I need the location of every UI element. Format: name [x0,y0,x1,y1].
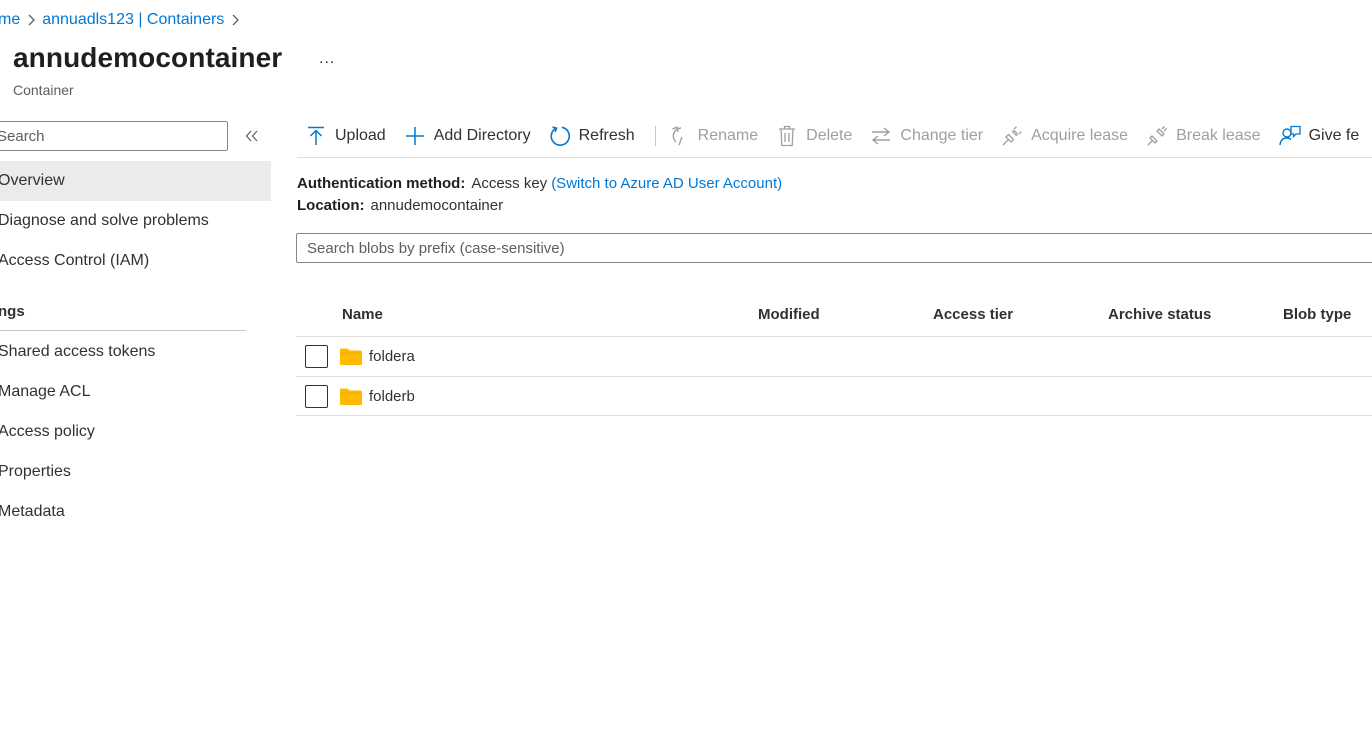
upload-icon [305,125,327,147]
blob-search-input[interactable] [296,233,1372,263]
trash-icon [776,125,798,147]
auth-method-value: Access key [471,175,548,192]
folder-icon [340,348,362,365]
sidebar-item-properties[interactable]: Properties [0,452,271,492]
sidebar-item-access-policy[interactable]: Access policy [0,412,271,452]
feedback-icon [1278,125,1301,147]
column-header-modified[interactable]: Modified [758,306,820,323]
sidebar-item-label: Diagnose and solve problems [0,212,209,229]
breadcrumb-account[interactable]: annuadls123 | Containers [42,11,224,29]
chevron-right-icon [226,11,244,29]
refresh-button[interactable]: Refresh [540,118,644,154]
toolbar-divider [654,126,656,146]
row-checkbox[interactable] [305,345,328,368]
sidebar-search-input[interactable] [0,121,228,151]
column-header-access-tier[interactable]: Access tier [933,306,1013,323]
break-lease-button[interactable]: Break lease [1137,118,1270,154]
plug-disconnect-icon [1146,125,1168,147]
acquire-lease-button[interactable]: Acquire lease [992,118,1137,154]
sidebar-item-manage-acl[interactable]: Manage ACL [0,372,271,412]
refresh-icon [549,125,571,147]
rename-icon [668,125,690,147]
sidebar-item-label: Access policy [0,423,95,440]
command-bar: Upload Add Directory Refresh Rename Dele… [297,118,1359,154]
upload-button[interactable]: Upload [297,118,395,154]
row-name[interactable]: foldera [369,348,415,365]
collapse-sidebar-button[interactable] [242,126,262,146]
sidebar-item-label: Manage ACL [0,383,91,400]
authentication-method: Authentication method: Access key (Switch … [297,175,783,192]
add-directory-button[interactable]: Add Directory [395,118,540,154]
page-title: annudemocontainer [13,42,283,73]
sidebar-item-label: Metadata [0,503,65,520]
delete-button[interactable]: Delete [767,118,861,154]
breadcrumb: me annuadls123 | Containers [0,8,246,32]
plug-icon [1001,125,1023,147]
toolbar-divider-line [297,157,1372,158]
rename-button[interactable]: Rename [668,118,767,154]
sidebar-divider [0,330,246,331]
sidebar-item-overview[interactable]: Overview [0,161,271,201]
page-subtitle: Container [13,82,74,98]
sidebar-item-label: Shared access tokens [0,343,156,360]
column-header-blob-type[interactable]: Blob type [1283,306,1351,323]
location-value: annudemocontainer [370,197,504,214]
sidebar-item-label: Access Control (IAM) [0,252,150,269]
sidebar-item-shared-access-tokens[interactable]: Shared access tokens [0,332,271,372]
column-header-name[interactable]: Name [342,306,383,323]
sidebar-section-settings: ngs [0,303,25,320]
switch-auth-link[interactable]: (Switch to Azure AD User Account) [551,175,782,192]
plus-icon [404,125,426,147]
double-chevron-left-icon [245,130,258,142]
table-row[interactable]: folderb [296,376,1372,416]
sidebar-item-label: Properties [0,463,71,480]
change-tier-button[interactable]: Change tier [861,118,992,154]
column-header-archive-status[interactable]: Archive status [1108,306,1211,323]
sidebar-item-label: Overview [0,172,65,189]
sidebar-item-metadata[interactable]: Metadata [0,492,271,532]
sidebar-item-diagnose[interactable]: Diagnose and solve problems [0,201,271,241]
folder-icon [340,388,362,405]
chevron-right-icon [22,11,40,29]
row-name[interactable]: folderb [369,388,415,405]
give-feedback-button[interactable]: Give fe [1270,118,1359,154]
breadcrumb-home[interactable]: me [0,11,20,29]
row-checkbox[interactable] [305,385,328,408]
location: Location: annudemocontainer [297,197,504,214]
more-options-button[interactable]: ... [319,50,335,68]
table-row[interactable]: foldera [296,336,1372,376]
swap-arrows-icon [870,125,892,147]
sidebar-item-access-control[interactable]: Access Control (IAM) [0,241,271,281]
